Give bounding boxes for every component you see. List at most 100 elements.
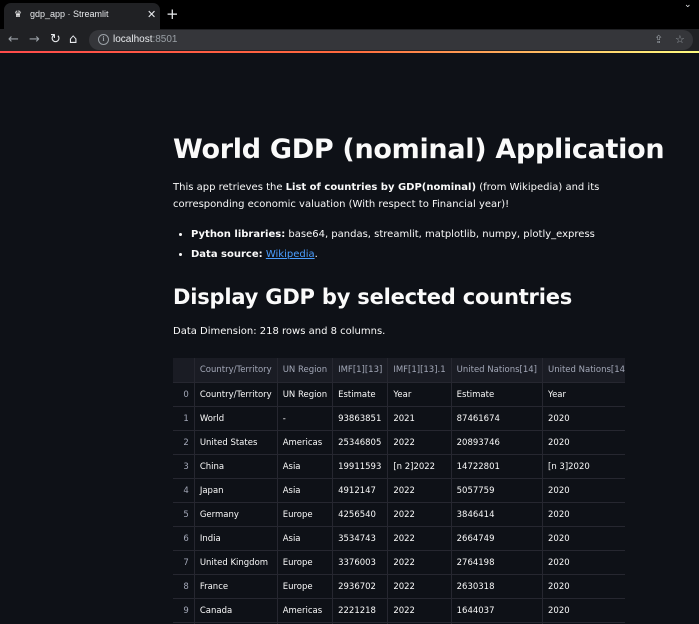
table-cell[interactable]: 2020	[542, 574, 625, 599]
table-cell[interactable]: Estimate	[332, 382, 389, 407]
browser-window: ♛ gdp_app · Streamlit ✕ + ⌄ ← → ↻ ⌂ i lo…	[0, 0, 699, 624]
site-info-icon[interactable]: i	[98, 34, 109, 45]
column-header[interactable]: United Nations[14].1	[542, 358, 625, 383]
table-cell[interactable]: 2020	[542, 598, 625, 623]
table-cell[interactable]: 3846414	[451, 502, 544, 527]
table-cell[interactable]: Canada	[194, 598, 278, 623]
table-row: 0 Country/Territory UN Region Estimate Year E…	[173, 382, 625, 407]
column-header[interactable]: IMF[1][13]	[332, 358, 389, 383]
table-cell[interactable]: Japan	[194, 478, 278, 503]
wikipedia-link[interactable]: Wikipedia	[266, 249, 315, 260]
table-cell[interactable]: 2021	[387, 406, 452, 431]
table-cell[interactable]: China	[194, 454, 278, 479]
table-cell[interactable]: Asia	[277, 526, 334, 551]
row-index[interactable]: 5	[173, 502, 195, 527]
table-cell[interactable]: 3376003	[332, 550, 389, 575]
column-header[interactable]: UN Region	[277, 358, 334, 383]
table-cell[interactable]: Asia	[277, 454, 334, 479]
table-cell[interactable]: Europe	[277, 574, 334, 599]
table-cell[interactable]: 87461674	[451, 406, 544, 431]
back-arrow-icon[interactable]: ←	[8, 32, 19, 48]
table-cell[interactable]: 93863851	[332, 406, 389, 431]
intro-text-1: This app retrieves the	[173, 182, 286, 193]
table-row: 9CanadaAmericas2221218202216440372020199…	[173, 598, 625, 623]
table-cell[interactable]: Americas	[277, 430, 334, 455]
table-cell[interactable]: 2020	[542, 502, 625, 527]
table-cell[interactable]: UN Region	[277, 382, 334, 407]
table-cell[interactable]: 5057759	[451, 478, 544, 503]
table-cell[interactable]: 20893746	[451, 430, 544, 455]
table-cell[interactable]: 4256540	[332, 502, 389, 527]
row-index[interactable]: 0	[173, 382, 195, 407]
table-cell[interactable]: 2022	[387, 550, 452, 575]
table-cell[interactable]: 3534743	[332, 526, 389, 551]
table-cell[interactable]: 2022	[387, 430, 452, 455]
row-index[interactable]: 3	[173, 454, 195, 479]
address-bar[interactable]: i localhost:8501 ⇪ ☆	[89, 30, 693, 50]
table-cell[interactable]: 1644037	[451, 598, 544, 623]
table-cell[interactable]: 19911593	[332, 454, 389, 479]
browser-tab[interactable]: ♛ gdp_app · Streamlit ✕	[4, 3, 160, 29]
table-cell[interactable]: [n 2]2022	[387, 454, 452, 479]
row-index[interactable]: 6	[173, 526, 195, 551]
table-cell[interactable]: Estimate	[451, 382, 544, 407]
table-cell[interactable]: 2664749	[451, 526, 544, 551]
row-index[interactable]: 1	[173, 406, 195, 431]
bookmark-star-icon[interactable]: ☆	[675, 33, 685, 46]
table-cell[interactable]: 14722801	[451, 454, 544, 479]
reload-icon[interactable]: ↻	[50, 32, 61, 48]
home-icon[interactable]: ⌂	[69, 32, 77, 48]
row-index[interactable]: 9	[173, 598, 195, 623]
table-cell[interactable]: India	[194, 526, 278, 551]
table-cell[interactable]: 2020	[542, 550, 625, 575]
table-cell[interactable]: World	[194, 406, 278, 431]
table-cell[interactable]: 4912147	[332, 478, 389, 503]
row-index[interactable]: 4	[173, 478, 195, 503]
tab-close-icon[interactable]: ✕	[147, 8, 156, 21]
tab-search-chevron-icon[interactable]: ⌄	[684, 0, 692, 10]
info-list: Python libraries: base64, pandas, stream…	[173, 225, 631, 265]
table-cell[interactable]: 2020	[542, 526, 625, 551]
column-header[interactable]: Country/Territory	[194, 358, 278, 383]
table-cell[interactable]: United States	[194, 430, 278, 455]
table-cell[interactable]: Americas	[277, 598, 334, 623]
table-cell[interactable]: 2022	[387, 478, 452, 503]
table-cell[interactable]: Year	[387, 382, 452, 407]
table-cell[interactable]: Europe	[277, 550, 334, 575]
share-icon[interactable]: ⇪	[654, 33, 663, 46]
new-tab-button[interactable]: +	[166, 5, 179, 23]
column-header[interactable]	[173, 358, 195, 383]
table-cell[interactable]: Asia	[277, 478, 334, 503]
dataframe[interactable]: Country/Territory UN Region IMF[1][13] IMF[…	[173, 358, 625, 624]
table-cell[interactable]: 2020	[542, 406, 625, 431]
column-header[interactable]: IMF[1][13].1	[387, 358, 452, 383]
url-host: localhost	[113, 34, 153, 45]
forward-arrow-icon[interactable]: →	[29, 32, 40, 48]
table-cell[interactable]: 2022	[387, 502, 452, 527]
row-index[interactable]: 8	[173, 574, 195, 599]
table-cell[interactable]: [n 3]2020	[542, 454, 625, 479]
table-cell[interactable]: Europe	[277, 502, 334, 527]
row-index[interactable]: 2	[173, 430, 195, 455]
table-cell[interactable]: Year	[542, 382, 625, 407]
table-cell[interactable]: -	[277, 406, 334, 431]
table-cell[interactable]: United Kingdom	[194, 550, 278, 575]
table-cell[interactable]: 2630318	[451, 574, 544, 599]
table-cell[interactable]: 2764198	[451, 550, 544, 575]
streamlit-crown-icon: ♛	[14, 10, 23, 20]
table-cell[interactable]: 2022	[387, 526, 452, 551]
table-cell[interactable]: 2022	[387, 598, 452, 623]
dataframe-table: Country/Territory UN Region IMF[1][13] IMF[…	[173, 358, 625, 624]
table-cell[interactable]: Country/Territory	[194, 382, 278, 407]
table-cell[interactable]: 25346805	[332, 430, 389, 455]
row-index[interactable]: 7	[173, 550, 195, 575]
table-cell[interactable]: France	[194, 574, 278, 599]
table-cell[interactable]: 2936702	[332, 574, 389, 599]
url-port: :8501	[152, 34, 178, 45]
table-cell[interactable]: 2022	[387, 574, 452, 599]
table-cell[interactable]: 2020	[542, 478, 625, 503]
table-cell[interactable]: 2020	[542, 430, 625, 455]
table-cell[interactable]: Germany	[194, 502, 278, 527]
column-header[interactable]: United Nations[14]	[451, 358, 544, 383]
table-cell[interactable]: 2221218	[332, 598, 389, 623]
